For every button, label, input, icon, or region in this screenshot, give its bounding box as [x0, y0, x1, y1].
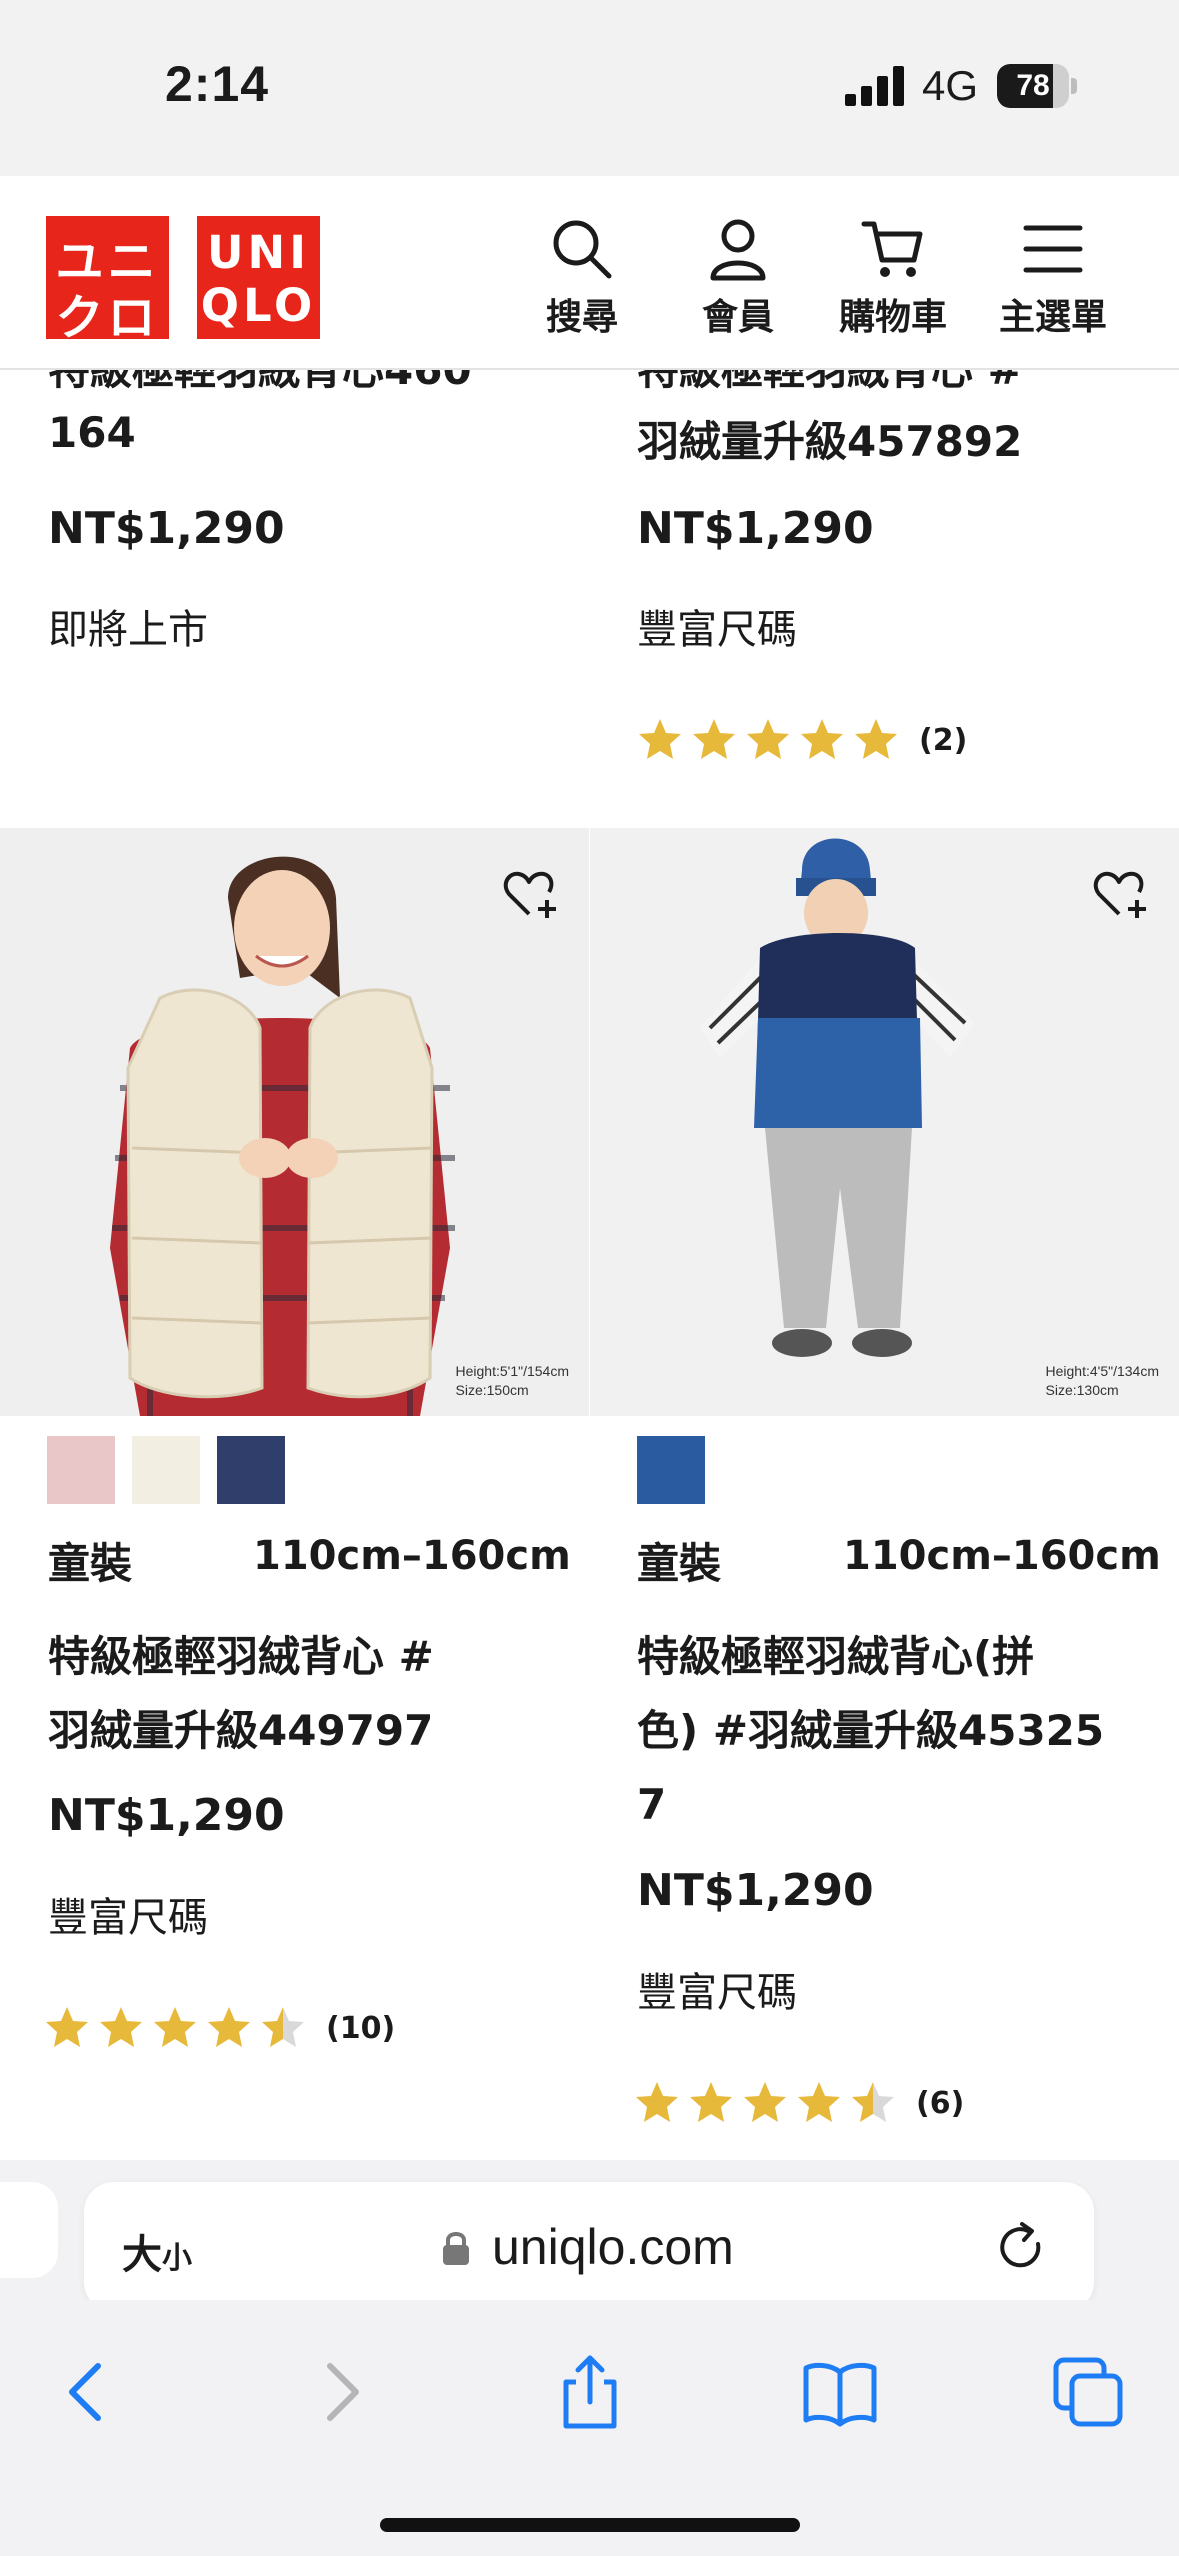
star-icon: [744, 2082, 786, 2122]
signal-icon: [845, 66, 904, 106]
browser-address-area: 大小 uniqlo.com: [0, 2160, 1179, 2312]
previous-tab-peek[interactable]: [0, 2182, 58, 2278]
battery-level: 78: [1016, 69, 1050, 102]
search-label: 搜尋: [545, 297, 618, 338]
uniqlo-logo-kana[interactable]: ユニ クロ: [46, 216, 169, 346]
product-note: 豐富尺碼: [637, 1970, 797, 2016]
member-label: 會員: [701, 297, 774, 338]
forward-icon[interactable]: [300, 2352, 380, 2432]
hamburger-menu-icon: [1023, 225, 1083, 273]
product-category: 童裝: [637, 1539, 722, 1588]
star-rating: (2): [637, 715, 967, 765]
menu-button[interactable]: 主選單: [988, 216, 1118, 346]
star-icon: [855, 719, 897, 759]
model-size-caption: Height:5'1"/154cm Size:150cm: [455, 1363, 569, 1399]
search-icon: [553, 220, 612, 279]
color-swatch[interactable]: [217, 1436, 285, 1504]
star-icon: [852, 2082, 894, 2122]
product-name: 羽絨量升級449797: [48, 1706, 434, 1755]
product-note: 豐富尺碼: [48, 1895, 208, 1941]
product-image[interactable]: Height:5'1"/154cm Size:150cm: [0, 828, 589, 1416]
size-range: 110cm–160cm: [253, 1533, 571, 1579]
color-swatch[interactable]: [637, 1436, 705, 1504]
member-button[interactable]: 會員: [673, 216, 803, 346]
star-icon: [262, 2007, 304, 2047]
status-time: 2:14: [165, 56, 270, 112]
product-name: 特級極輕羽絨背心(拼: [637, 1632, 1035, 1681]
address-bar[interactable]: 大小 uniqlo.com: [84, 2182, 1094, 2312]
size-range: 110cm–160cm: [843, 1533, 1161, 1579]
star-rating: (10): [44, 2003, 395, 2053]
review-count: (10): [326, 2010, 396, 2046]
review-count: (6): [916, 2085, 965, 2121]
product-grid: 特級極輕羽絨背心460 164 NT$1,290 即將上市 特級極輕羽絨背心 #…: [0, 370, 1179, 2160]
star-icon: [798, 2082, 840, 2122]
user-icon: [710, 219, 766, 281]
cart-button[interactable]: 購物車: [828, 216, 958, 346]
product-name: 164: [48, 408, 136, 457]
star-rating: (6): [634, 2078, 964, 2128]
network-type: 4G: [922, 62, 979, 109]
reload-icon[interactable]: [994, 2220, 1048, 2274]
color-swatch[interactable]: [47, 1436, 115, 1504]
product-price: NT$1,290: [48, 503, 285, 554]
star-icon: [46, 2007, 88, 2047]
home-indicator: [380, 2518, 800, 2532]
product-price: NT$1,290: [48, 1790, 285, 1841]
product-name: 羽絨量升級457892: [637, 417, 1023, 466]
star-icon: [208, 2007, 250, 2047]
star-icon: [636, 2082, 678, 2122]
wishlist-heart-icon[interactable]: [501, 866, 557, 922]
star-icon: [154, 2007, 196, 2047]
star-icon: [747, 719, 789, 759]
product-name: 色) #羽絨量升級45325: [637, 1706, 1105, 1755]
model-size-caption: Height:4'5"/134cm Size:130cm: [1045, 1363, 1159, 1399]
uniqlo-logo[interactable]: UNI QLO: [197, 216, 320, 339]
battery-icon: 78: [997, 64, 1077, 108]
bookmarks-icon[interactable]: [800, 2352, 880, 2432]
star-icon: [639, 719, 681, 759]
product-category: 童裝: [48, 1539, 133, 1588]
share-icon[interactable]: [550, 2352, 630, 2432]
product-name: 特級極輕羽絨背心 #: [48, 1632, 434, 1681]
search-button[interactable]: 搜尋: [517, 216, 647, 346]
menu-label: 主選單: [998, 297, 1107, 338]
product-price: NT$1,290: [637, 1865, 874, 1916]
star-icon: [690, 2082, 732, 2122]
product-price: NT$1,290: [637, 503, 874, 554]
back-icon[interactable]: [48, 2352, 128, 2432]
color-swatch[interactable]: [132, 1436, 200, 1504]
cart-icon: [861, 221, 923, 277]
review-count: (2): [919, 722, 968, 758]
product-name: 7: [637, 1780, 667, 1829]
star-icon: [801, 719, 843, 759]
url-domain: uniqlo.com: [492, 2219, 734, 2275]
product-image[interactable]: Height:4'5"/134cm Size:130cm: [590, 828, 1179, 1416]
status-bar: 2:14 4G 78: [0, 0, 1179, 176]
product-note: 即將上市: [48, 607, 208, 653]
product-name: 特級極輕羽絨背心 #: [637, 370, 1023, 397]
site-header: ユニ クロ UNI QLO 搜尋 會員 購物車 主選單: [0, 176, 1179, 370]
product-note: 豐富尺碼: [637, 607, 797, 653]
browser-toolbar: [0, 2300, 1179, 2556]
product-name: 特級極輕羽絨背心460: [48, 370, 472, 397]
wishlist-heart-icon[interactable]: [1091, 866, 1147, 922]
text-size-button[interactable]: 大小: [122, 2222, 192, 2280]
cart-label: 購物車: [838, 297, 947, 338]
tabs-icon[interactable]: [1048, 2352, 1128, 2432]
star-icon: [693, 719, 735, 759]
star-icon: [100, 2007, 142, 2047]
lock-icon: [443, 2232, 469, 2265]
